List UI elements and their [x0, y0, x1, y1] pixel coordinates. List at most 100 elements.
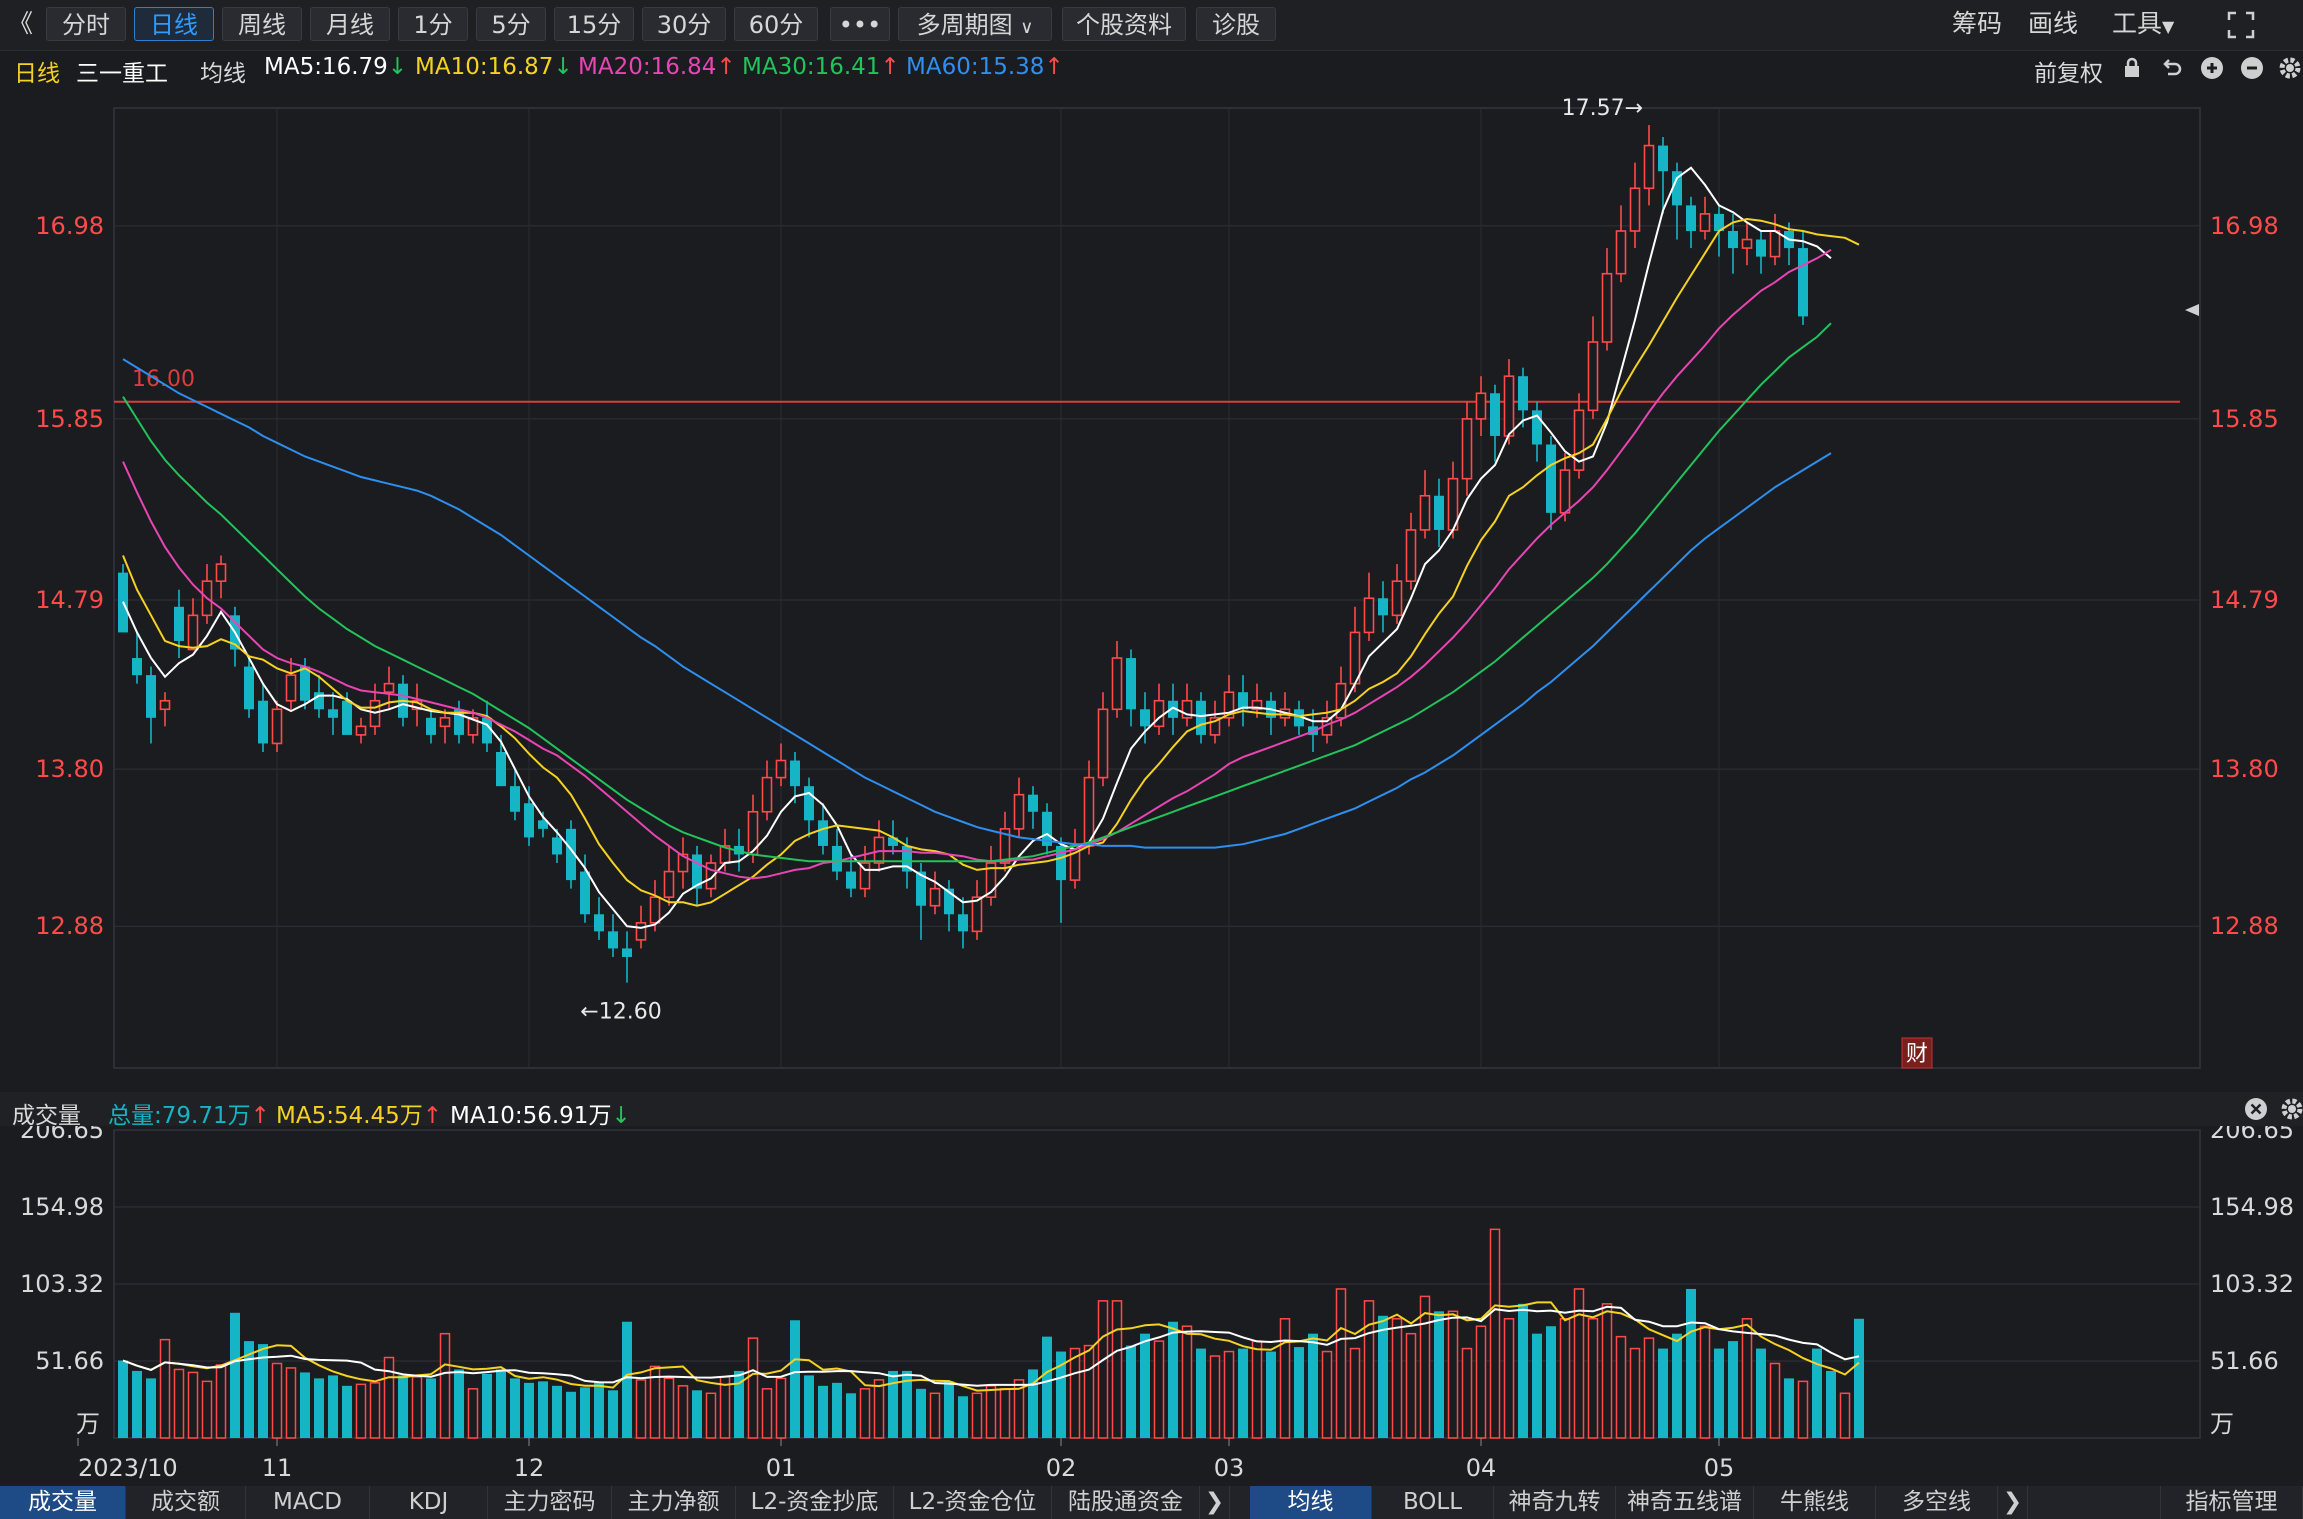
caret-down-icon: ▼ [2162, 17, 2175, 36]
volume-bar-up [1741, 1318, 1753, 1439]
volume-bar-up [1321, 1350, 1333, 1439]
zoom-out-icon[interactable] [2240, 56, 2264, 84]
tab-ma[interactable]: 均线 [1250, 1486, 1372, 1519]
period-button-monthly[interactable]: 月线 [310, 7, 390, 41]
chevron-down-icon: ∨ [1020, 17, 1034, 38]
drawing-button[interactable]: 画线 [2028, 7, 2078, 41]
tab-magic-nine[interactable]: 神奇九转 [1494, 1486, 1616, 1519]
tab-magic-five-lines[interactable]: 神奇五线谱 [1616, 1486, 1754, 1519]
volume-bar-up [159, 1338, 171, 1439]
volume-ma5: MA5:54.45万↑ [276, 1096, 442, 1130]
lock-icon[interactable] [2120, 56, 2144, 84]
tab-bull-bear-line[interactable]: 牛熊线 [1754, 1486, 1876, 1519]
candle-body-down [426, 717, 436, 735]
period-button-intraday[interactable]: 分时 [46, 7, 126, 41]
tab-northbound-funds[interactable]: 陆股通资金 [1052, 1486, 1200, 1519]
volume-bar-up [369, 1382, 381, 1439]
volume-bar-up [873, 1379, 885, 1439]
volume-bar-down [538, 1381, 548, 1438]
scroll-right-icon[interactable]: ❯ [1200, 1486, 1230, 1519]
volume-chart[interactable]: 206.65 206.65 154.98 154.98 103.32 103.32 51.6… [0, 1126, 2303, 1486]
tab-boll[interactable]: BOLL [1372, 1486, 1494, 1519]
candle-body-down [300, 666, 310, 701]
tab-l2-bottom-fishing[interactable]: L2-资金抄底 [736, 1486, 894, 1519]
candle-body-up [383, 682, 395, 693]
tab-long-short-line[interactable]: 多空线 [1876, 1486, 1998, 1519]
tab-macd[interactable]: MACD [246, 1486, 370, 1519]
volume-bar-up [985, 1385, 997, 1439]
down-arrow-icon: ↓ [387, 54, 408, 80]
tab-l2-position[interactable]: L2-资金仓位 [894, 1486, 1052, 1519]
candle-body-down [790, 760, 800, 787]
volume-bar-up [1503, 1318, 1515, 1439]
period-button-15min[interactable]: 15分 [554, 7, 634, 41]
diagnose-button[interactable]: 诊股 [1196, 7, 1276, 41]
ma10-value: MA10:16.87↓ [415, 54, 573, 80]
tab-volume[interactable]: 成交量 [0, 1486, 126, 1519]
ma20-text: MA20:16.84 [578, 54, 717, 80]
volume-bar-up [1615, 1335, 1627, 1439]
volume-bar-up [1097, 1300, 1109, 1439]
period-button-daily[interactable]: 日线 [134, 7, 214, 41]
candle-body-up [635, 922, 647, 941]
chips-button[interactable]: 筹码 [1952, 7, 2002, 41]
double-chevron-left-icon[interactable]: 《 [8, 7, 33, 41]
candle-body-up [1587, 341, 1599, 412]
period-button-30min[interactable]: 30分 [642, 7, 726, 41]
period-button-weekly[interactable]: 周线 [222, 7, 302, 41]
candle-body-up [1461, 418, 1473, 480]
candle-body-down [1028, 794, 1038, 812]
more-periods-button[interactable]: ••• [830, 7, 890, 41]
stock-info-button[interactable]: 个股资料 [1062, 7, 1186, 41]
candle-body-up [1741, 238, 1753, 249]
candle-body-up [761, 776, 773, 813]
volume-unit-left: 万 [76, 1410, 100, 1438]
volume-settings-icon[interactable] [2280, 1097, 2303, 1125]
volume-ma10-line [122, 1305, 1860, 1387]
tools-menu[interactable]: 工具▼ [2112, 7, 2174, 41]
candle-body-up [1013, 793, 1025, 830]
volume-bar-down [608, 1390, 618, 1438]
volume-bar-up [1083, 1344, 1095, 1439]
scroll-right-icon[interactable]: ❯ [1998, 1486, 2028, 1519]
tab-turnover[interactable]: 成交额 [126, 1486, 246, 1519]
candle-body-up [271, 708, 283, 745]
high-price-label: 17.57→ [1562, 96, 1643, 121]
fullscreen-icon[interactable] [2226, 10, 2256, 44]
volume-bar-down [1378, 1315, 1388, 1438]
volume-bar-down [482, 1373, 492, 1438]
low-price-label: ←12.60 [580, 1000, 661, 1025]
period-button-60min[interactable]: 60分 [734, 7, 818, 41]
multi-period-dropdown[interactable]: 多周期图 ∨ [898, 7, 1052, 41]
indicator-manage-button[interactable]: 指标管理 [2160, 1486, 2303, 1519]
adjust-mode[interactable]: 前复权 [2034, 54, 2103, 88]
candle-body-down [958, 914, 968, 932]
zoom-in-icon[interactable] [2200, 56, 2224, 84]
candle-body-down [552, 837, 562, 855]
candlestick-chart[interactable]: 16.98 16.98 15.85 15.85 14.79 14.79 13.80 13.80… [0, 86, 2303, 1092]
period-button-1min[interactable]: 1分 [398, 7, 468, 41]
undo-icon[interactable] [2160, 56, 2184, 84]
candle-body-down [832, 845, 842, 872]
candle-body-up [355, 725, 367, 736]
volume-bar-down [566, 1391, 576, 1438]
volume-tick-right: 103.32 [2210, 1270, 2294, 1298]
period-button-5min[interactable]: 5分 [476, 7, 546, 41]
candle-body-down [846, 871, 856, 889]
tab-kdj[interactable]: KDJ [370, 1486, 488, 1519]
tab-main-force-net[interactable]: 主力净额 [612, 1486, 736, 1519]
top-toolbar: 《 分时 日线 周线 月线 1分 5分 15分 30分 60分 ••• 多周期图… [0, 0, 2303, 51]
indicator-tab-bar: 成交量 成交额 MACD KDJ 主力密码 主力净额 L2-资金抄底 L2-资金… [0, 1486, 2303, 1519]
volume-bar-down [510, 1378, 520, 1438]
volume-bar-down [1826, 1370, 1836, 1438]
stock-name[interactable]: 三一重工 [76, 54, 168, 88]
volume-bar-up [1489, 1228, 1501, 1439]
volume-bar-down [1854, 1318, 1864, 1438]
indicator-name[interactable]: 均线 [200, 54, 246, 88]
tab-main-force-code[interactable]: 主力密码 [488, 1486, 612, 1519]
close-icon[interactable] [2244, 1097, 2268, 1125]
settings-icon[interactable] [2278, 56, 2302, 84]
x-tick-label: 01 [766, 1454, 797, 1482]
volume-bar-up [411, 1376, 423, 1439]
candle-body-down [1728, 230, 1738, 249]
